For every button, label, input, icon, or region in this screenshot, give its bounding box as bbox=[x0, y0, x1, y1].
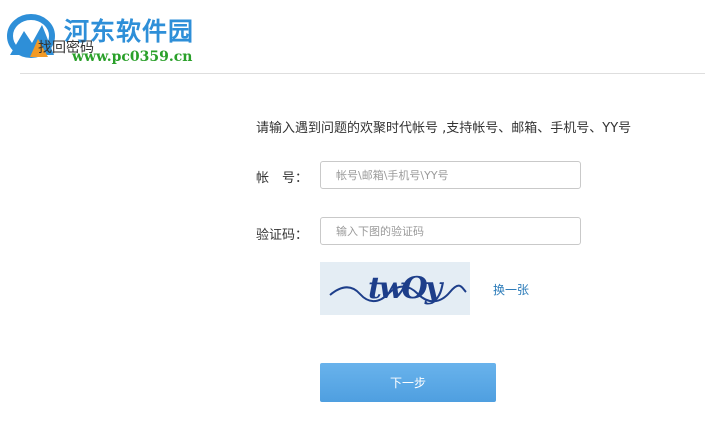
captcha-graphic: twOy bbox=[329, 271, 467, 306]
page-title: 找回密码 bbox=[38, 40, 94, 56]
instruction-text: 请输入遇到问题的欢聚时代帐号 ,支持帐号、邮箱、手机号、YY号 bbox=[256, 121, 632, 136]
captcha-image[interactable]: twOy bbox=[320, 262, 470, 315]
next-step-button[interactable]: 下一步 bbox=[320, 363, 496, 402]
captcha-input[interactable] bbox=[320, 217, 581, 245]
captcha-code-text: twOy bbox=[368, 271, 445, 306]
refresh-captcha-link[interactable]: 换一张 bbox=[493, 281, 529, 298]
account-input[interactable] bbox=[320, 161, 581, 189]
account-label: 帐 号： bbox=[256, 171, 309, 186]
header-divider bbox=[20, 73, 705, 74]
captcha-label: 验证码： bbox=[256, 228, 309, 243]
